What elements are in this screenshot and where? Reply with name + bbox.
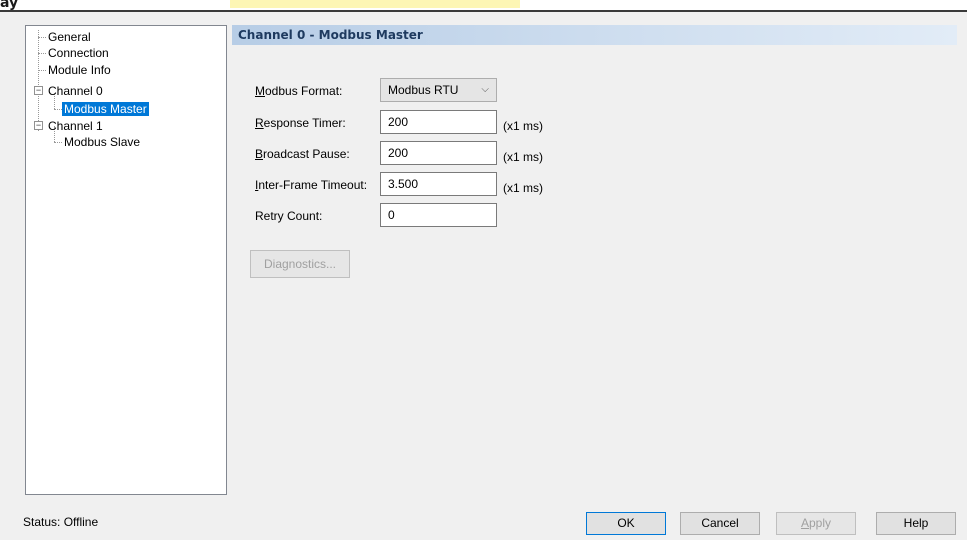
ok-button[interactable]: OK [586, 512, 666, 535]
select-value: Modbus RTU [388, 83, 459, 97]
response-timer-input[interactable]: 200 [380, 110, 497, 134]
apply-button[interactable]: Apply [776, 512, 856, 535]
divider [0, 10, 967, 12]
label-text: esponse Timer: [263, 116, 346, 130]
retry-count-input[interactable]: 0 [380, 203, 497, 227]
label-text: roadcast Pause: [263, 147, 350, 161]
tree-item-channel-1[interactable]: Channel 1 [46, 118, 105, 134]
mnemonic: M [255, 84, 265, 98]
tree-line [38, 37, 46, 38]
broadcast-pause-label: Broadcast Pause: [255, 146, 350, 162]
inter-frame-timeout-unit: (x1 ms) [503, 181, 543, 195]
tree-item-label: General [48, 30, 91, 44]
tree-item-channel-0[interactable]: Channel 0 [46, 83, 105, 99]
mnemonic: A [800, 516, 809, 530]
tree-item-module-info[interactable]: Module Info [46, 62, 113, 78]
tree-item-label: Channel 1 [48, 119, 103, 133]
diagnostics-button[interactable]: Diagnostics... [250, 250, 350, 278]
collapse-icon[interactable]: − [34, 121, 43, 130]
tree-item-label: Modbus Slave [64, 135, 141, 149]
tree-line [54, 142, 62, 143]
panel-header: Channel 0 - Modbus Master [232, 25, 957, 45]
tree-item-connection[interactable]: Connection [46, 45, 111, 61]
inter-frame-timeout-label: Inter-Frame Timeout: [255, 177, 367, 193]
broadcast-pause-unit: (x1 ms) [503, 150, 543, 164]
label-text: odbus Format: [265, 84, 343, 98]
collapse-icon[interactable]: − [34, 86, 43, 95]
inter-frame-timeout-input[interactable]: 3.500 [380, 172, 497, 196]
tree-item-label: Module Info [48, 63, 111, 77]
mnemonic: R [255, 116, 264, 130]
response-timer-unit: (x1 ms) [503, 119, 543, 133]
mnemonic: B [255, 147, 264, 161]
tree-line [54, 109, 62, 110]
tree-item-modbus-slave[interactable]: Modbus Slave [62, 134, 142, 150]
tree-item-label: Channel 0 [48, 84, 103, 98]
broadcast-pause-input[interactable]: 200 [380, 141, 497, 165]
status-text: Status: Offline [23, 515, 99, 529]
tree-line [38, 30, 39, 131]
top-strip: ay [0, 0, 967, 12]
tree-line [38, 53, 46, 54]
tree-item-general[interactable]: General [46, 29, 93, 45]
response-timer-label: Response Timer: [255, 115, 346, 131]
label-text: nter-Frame Timeout: [258, 178, 368, 192]
cancel-button[interactable]: Cancel [680, 512, 760, 535]
chevron-down-icon: ⌵ [481, 84, 489, 95]
tree-line [38, 70, 46, 71]
tree-item-label: Connection [48, 46, 109, 60]
modbus-format-label: Modbus Format: [255, 83, 342, 99]
help-button[interactable]: Help [876, 512, 956, 535]
tree-item-modbus-master[interactable]: Modbus Master [62, 101, 149, 117]
highlight-bar [230, 0, 520, 8]
modbus-format-select[interactable]: Modbus RTU ⌵ [380, 78, 497, 102]
panel-title: Channel 0 - Modbus Master [238, 28, 423, 42]
retry-count-label: Retry Count: [255, 209, 323, 223]
category-tree[interactable]: General Connection Module Info − Channel… [25, 25, 227, 495]
button-text: pply [809, 516, 832, 530]
tree-item-label: Modbus Master [62, 102, 149, 116]
